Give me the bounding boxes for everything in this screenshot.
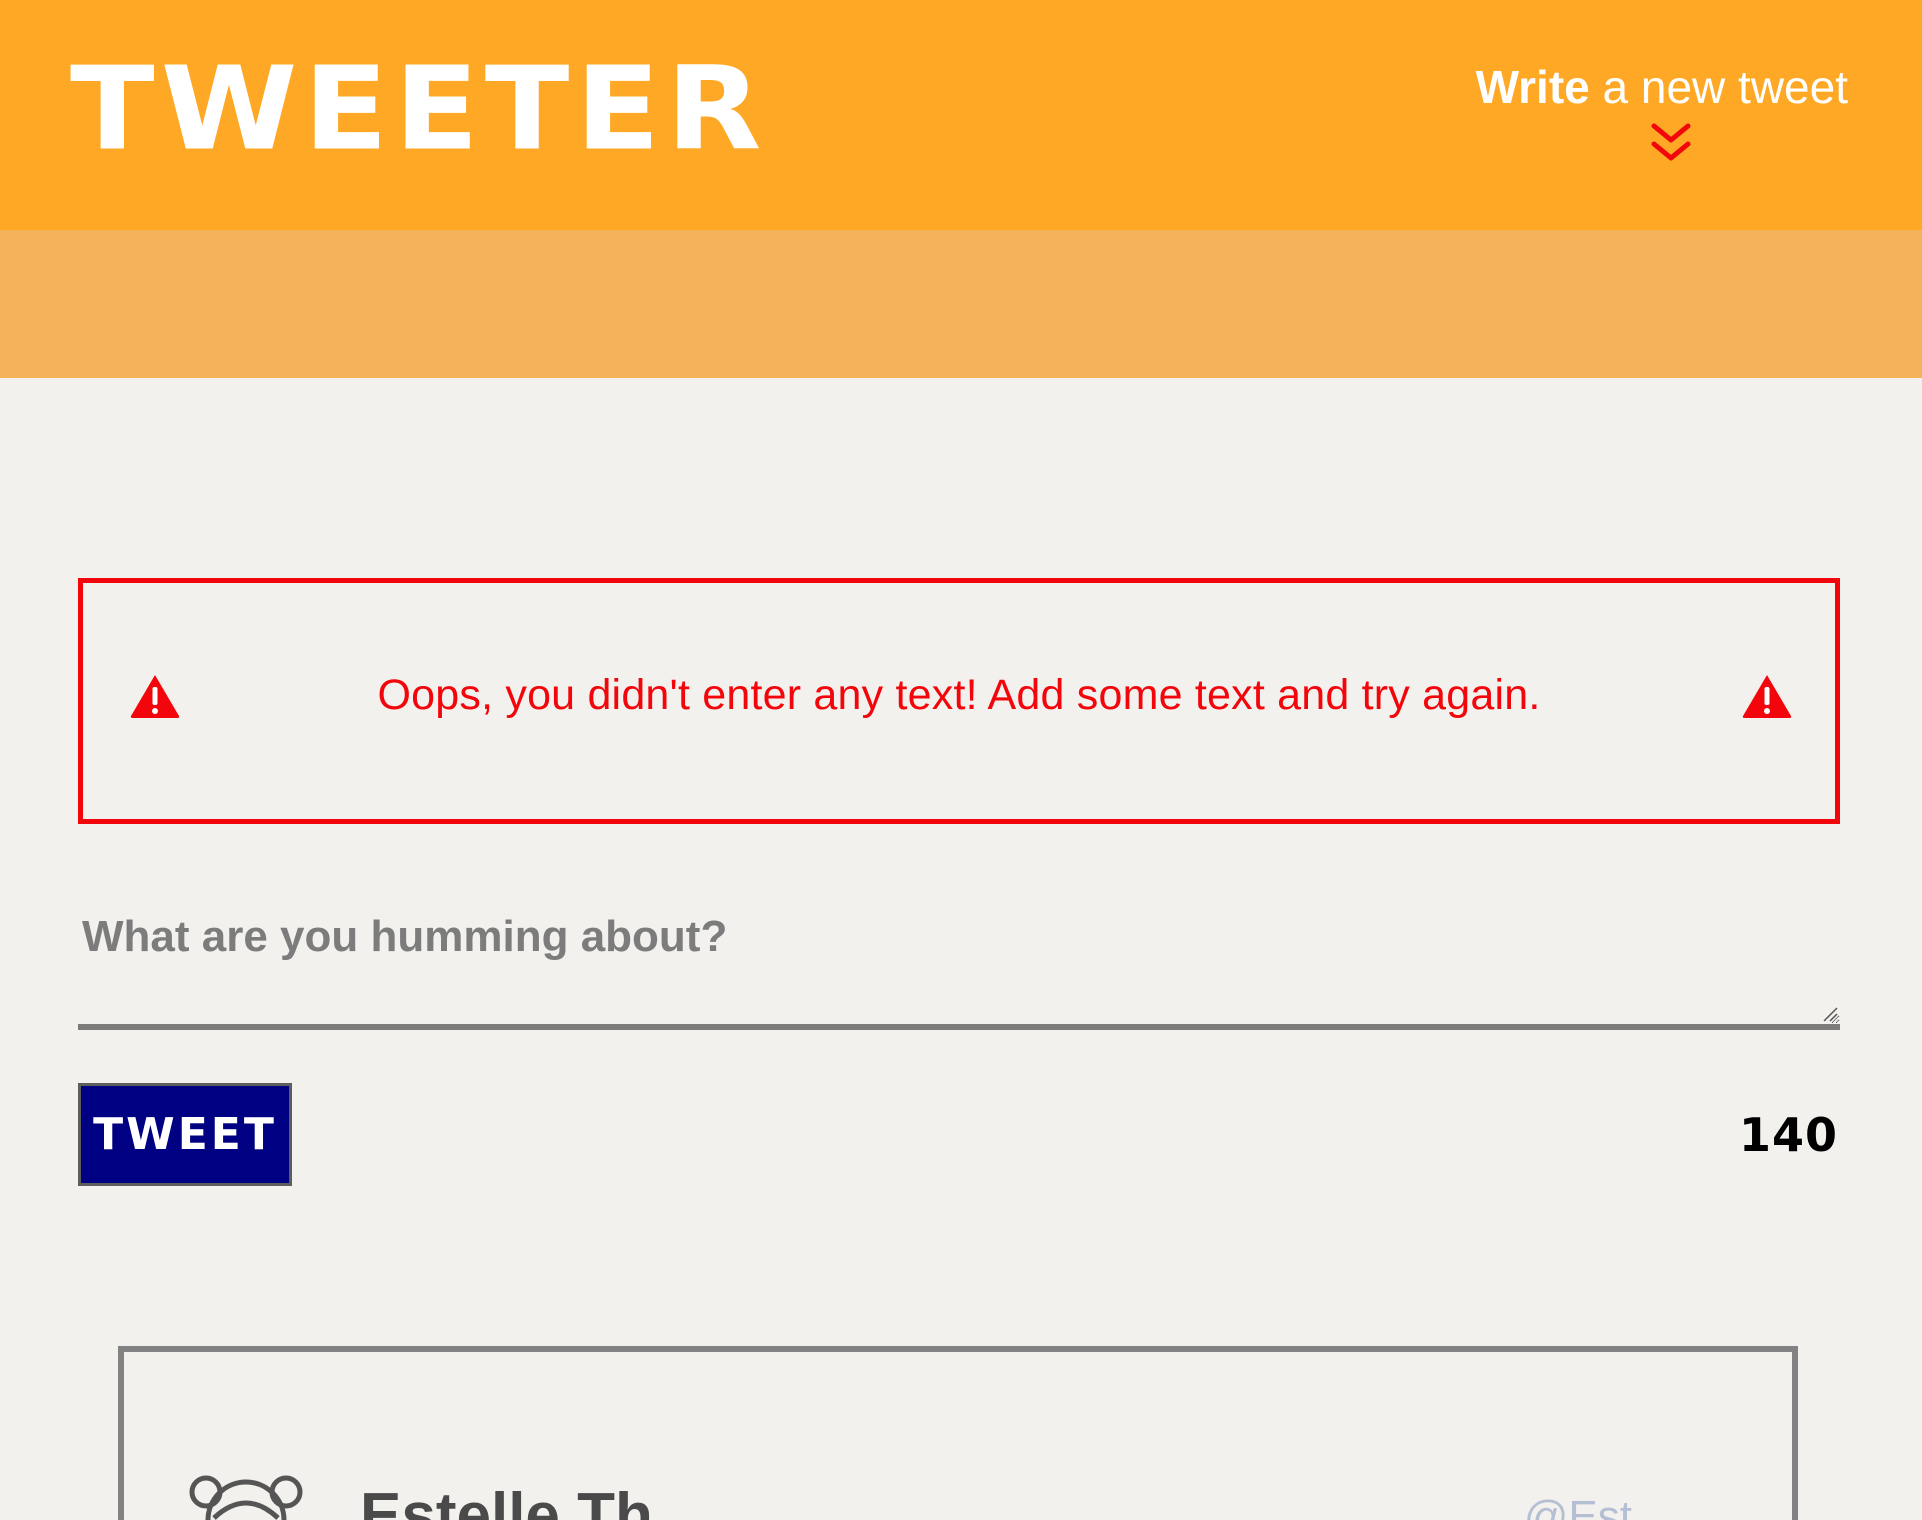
tweet-button[interactable]: TWEET <box>78 1083 292 1186</box>
write-link-rest: a new tweet <box>1589 61 1849 113</box>
write-link-bold: Write <box>1475 61 1590 113</box>
tweet-author-handle: @Est <box>1523 1492 1632 1520</box>
write-new-tweet-link[interactable]: Write a new tweet <box>1476 62 1848 113</box>
error-message-box: Oops, you didn't enter any text! Add som… <box>78 578 1840 824</box>
tweet-author-name: Estelle Th <box>360 1481 653 1520</box>
header-band <box>0 230 1922 378</box>
tweet-compose-input[interactable] <box>78 890 1840 1030</box>
tweet-card: Estelle Th @Est <box>118 1346 1798 1520</box>
warning-triangle-icon <box>1742 675 1792 718</box>
resize-grip-icon[interactable] <box>1822 1006 1838 1022</box>
avatar-icon <box>189 1475 303 1520</box>
double-chevron-down-icon[interactable] <box>1648 122 1694 164</box>
app-logo[interactable]: TWEETER <box>70 52 768 167</box>
character-counter: 140 <box>1738 1108 1838 1162</box>
error-message-text: Oops, you didn't enter any text! Add som… <box>377 671 1541 719</box>
top-header: TWEETER Write a new tweet <box>0 0 1922 230</box>
